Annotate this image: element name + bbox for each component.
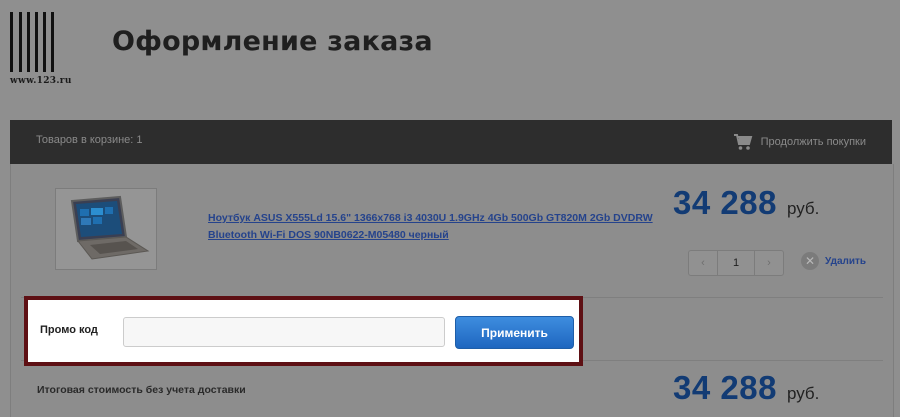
remove-item-button[interactable]: ✕ Удалить <box>801 252 866 270</box>
site-logo[interactable]: www.123.ru <box>10 12 90 90</box>
promo-code-label: Промо код <box>40 324 98 336</box>
item-price-amount: 34 288 <box>673 184 777 221</box>
product-image[interactable] <box>55 188 157 270</box>
quantity-increase-button[interactable]: › <box>755 251 783 275</box>
laptop-icon <box>70 195 150 260</box>
quantity-value[interactable]: 1 <box>717 251 755 275</box>
barcode-logo-icon <box>10 12 54 72</box>
shopping-cart-icon <box>733 134 752 150</box>
close-icon: ✕ <box>801 252 819 270</box>
apply-promo-button[interactable]: Применить <box>455 316 574 349</box>
total-price-currency: руб. <box>786 384 820 403</box>
continue-shopping-link[interactable]: Продолжить покупки <box>733 132 866 152</box>
total-price: 34 288 руб. <box>673 369 819 407</box>
promo-code-input[interactable] <box>123 317 445 347</box>
checkout-page: www.123.ru Оформление заказа Товаров в к… <box>0 0 900 417</box>
cart-items-panel: Ноутбук ASUS X555Ld 15.6" 1366x768 i3 40… <box>10 164 894 417</box>
cart-item-count: Товаров в корзине: 1 <box>36 134 143 146</box>
product-name-link[interactable]: Ноутбук ASUS X555Ld 15.6" 1366x768 i3 40… <box>208 210 658 244</box>
total-price-amount: 34 288 <box>673 369 777 406</box>
cart-header-bar: Товаров в корзине: 1 Продолжить покупки <box>10 120 892 164</box>
quantity-decrease-button[interactable]: ‹ <box>689 251 717 275</box>
item-price: 34 288 руб. <box>673 184 819 222</box>
page-title: Оформление заказа <box>112 26 433 57</box>
item-price-currency: руб. <box>786 199 820 218</box>
total-label: Итоговая стоимость без учета доставки <box>37 384 246 396</box>
quantity-stepper: ‹ 1 › <box>688 250 784 276</box>
remove-item-label: Удалить <box>825 255 867 267</box>
promo-code-box: Промо код Применить <box>24 296 583 366</box>
logo-url-text: www.123.ru <box>10 76 72 86</box>
continue-shopping-label: Продолжить покупки <box>760 136 866 148</box>
